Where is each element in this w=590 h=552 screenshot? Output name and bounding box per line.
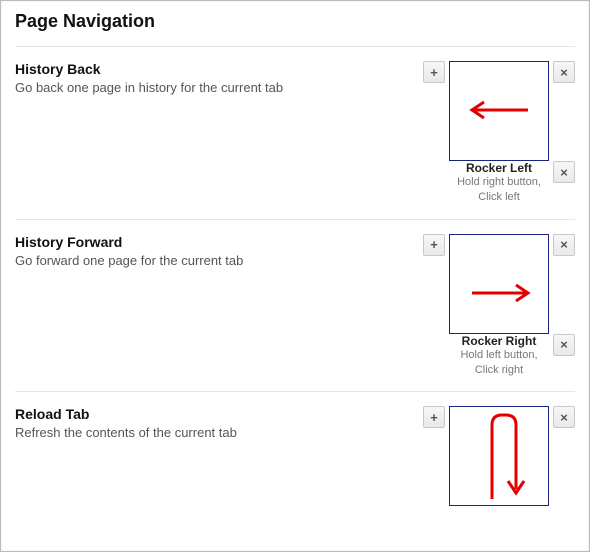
secondary-gesture-desc: Hold left button, Click right bbox=[449, 348, 549, 378]
remove-gesture-button[interactable]: × bbox=[553, 406, 575, 428]
gesture-controls: + × Rocker Left Hold right button, Click… bbox=[423, 61, 575, 205]
add-gesture-button[interactable]: + bbox=[423, 406, 445, 428]
gesture-title: History Back bbox=[15, 61, 403, 77]
gesture-text: History Forward Go forward one page for … bbox=[15, 234, 423, 270]
gesture-preview[interactable] bbox=[449, 406, 549, 506]
remove-gesture-button[interactable]: × bbox=[553, 234, 575, 256]
secondary-gesture: Rocker Left Hold right button, Click lef… bbox=[449, 161, 549, 205]
gesture-controls: + × Rocker Right Hold left button, Click… bbox=[423, 234, 575, 378]
gesture-desc: Go forward one page for the current tab bbox=[15, 252, 403, 270]
gesture-controls: + × bbox=[423, 406, 575, 506]
gesture-preview[interactable] bbox=[449, 61, 549, 161]
arrow-left-icon bbox=[450, 62, 550, 162]
arrow-right-icon bbox=[450, 235, 550, 335]
gesture-desc: Go back one page in history for the curr… bbox=[15, 79, 403, 97]
add-gesture-button[interactable]: + bbox=[423, 234, 445, 256]
gesture-text: History Back Go back one page in history… bbox=[15, 61, 423, 97]
secondary-gesture-name: Rocker Left bbox=[449, 161, 549, 175]
secondary-gesture-name: Rocker Right bbox=[449, 334, 549, 348]
gesture-desc: Refresh the contents of the current tab bbox=[15, 424, 403, 442]
gesture-row: History Back Go back one page in history… bbox=[15, 61, 575, 220]
settings-panel: Page Navigation History Back Go back one… bbox=[0, 0, 590, 552]
section-title: Page Navigation bbox=[15, 11, 575, 32]
add-gesture-button[interactable]: + bbox=[423, 61, 445, 83]
remove-secondary-button[interactable]: × bbox=[553, 161, 575, 183]
u-turn-down-icon bbox=[450, 407, 550, 507]
secondary-gesture: Rocker Right Hold left button, Click rig… bbox=[449, 334, 549, 378]
gesture-title: History Forward bbox=[15, 234, 403, 250]
gesture-text: Reload Tab Refresh the contents of the c… bbox=[15, 406, 423, 442]
secondary-gesture-desc: Hold right button, Click left bbox=[449, 175, 549, 205]
gesture-title: Reload Tab bbox=[15, 406, 403, 422]
remove-secondary-button[interactable]: × bbox=[553, 334, 575, 356]
gesture-preview[interactable] bbox=[449, 234, 549, 334]
divider bbox=[15, 46, 575, 47]
gesture-row: History Forward Go forward one page for … bbox=[15, 234, 575, 393]
gesture-row: Reload Tab Refresh the contents of the c… bbox=[15, 406, 575, 520]
remove-gesture-button[interactable]: × bbox=[553, 61, 575, 83]
